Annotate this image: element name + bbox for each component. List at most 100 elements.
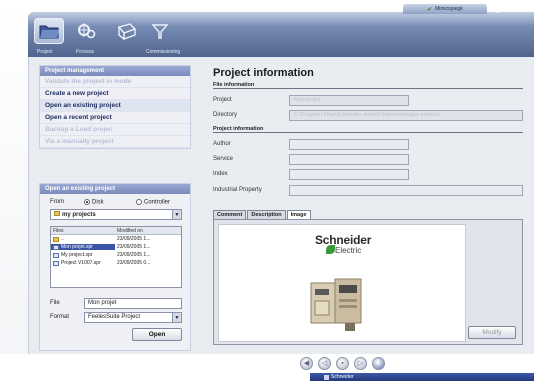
file-name: .. <box>61 236 64 242</box>
list-item[interactable]: My project.spr 23/09/2005 1... <box>51 251 181 259</box>
project-field: Mon projet <box>289 95 409 106</box>
minimize-icon[interactable]: _ <box>496 6 500 13</box>
tab-description[interactable]: Description <box>247 210 286 219</box>
folder-icon <box>39 25 59 39</box>
schneider-logo-text: Schneider <box>315 233 372 247</box>
main-panel: Project management Validate the project … <box>28 57 534 354</box>
open-existing-header: Open an existing project <box>40 184 190 194</box>
taskbar: Schneider <box>310 373 534 381</box>
index-label: Index <box>213 171 228 177</box>
file-date: 23/09/2005 1... <box>117 252 151 258</box>
project-information-panel: Project information File information Pro… <box>201 65 527 351</box>
file-date: 23/09/2005 1... <box>117 244 151 250</box>
project-toolbar-button[interactable] <box>34 18 64 44</box>
from-label: From <box>50 199 64 205</box>
previous-icon[interactable]: ◁ <box>318 356 331 370</box>
chevron-down-icon[interactable]: ▼ <box>172 210 181 219</box>
modify-button[interactable]: Modify <box>468 326 516 339</box>
directory-label: Directory <box>213 112 238 118</box>
schneider-logo-subtext: Electric <box>335 246 362 255</box>
pm-item-create-new[interactable]: Create a new project <box>40 88 190 100</box>
connect-toolbar-button[interactable] <box>112 18 142 44</box>
info-tabs: Comment Description Image <box>213 210 312 219</box>
process-toolbar-button[interactable] <box>72 18 102 44</box>
controller-radio[interactable]: Controller <box>136 199 170 206</box>
industrial-property-field[interactable] <box>289 185 523 196</box>
modified-column-header[interactable]: Modified on <box>115 227 175 234</box>
navigation-controls: ◀ ◁ ▪ ▷ i <box>300 354 420 372</box>
file-name: Project V1007.spr <box>61 260 101 266</box>
disk-radio[interactable]: Disk <box>84 199 104 206</box>
image-tab-body: Schneider Electric Modify <box>213 219 523 345</box>
tab-image[interactable]: Image <box>286 210 311 219</box>
file-name-cell: Project V1007.spr <box>51 260 115 266</box>
project-image: Schneider Electric <box>218 224 466 342</box>
list-item[interactable]: Mon projet.spr 23/09/2005 1... <box>51 243 181 251</box>
open-button[interactable]: Open <box>132 328 182 341</box>
commissioning-toolbar-button[interactable] <box>146 18 176 44</box>
list-item[interactable]: Project V1007.spr 23/09/2005 0... <box>51 259 181 267</box>
folder-select[interactable]: my projects ▼ <box>50 209 182 220</box>
toolbar-sheen <box>28 12 534 26</box>
file-date: 23/09/2005 0... <box>117 260 151 266</box>
files-column-header[interactable]: Files <box>51 227 115 234</box>
gears-icon <box>78 23 96 39</box>
top-tab[interactable]: ✔ Mimicspiegé <box>403 4 487 14</box>
file-label: File <box>50 300 60 306</box>
format-select[interactable]: FeelesSuite Project ▼ <box>84 312 182 323</box>
file-list[interactable]: Files Modified on .. 23/09/2005 1... Mon… <box>50 226 182 288</box>
document-icon <box>53 260 59 266</box>
list-item[interactable]: .. 23/09/2005 1... <box>51 235 181 243</box>
top-tab-label: Mimicspiegé <box>435 6 463 12</box>
file-date: 23/09/2005 1... <box>117 236 151 242</box>
directory-field: C:\Program Files\Schneider electric\Tele… <box>289 110 523 121</box>
left-panel: Project management Validate the project … <box>39 65 191 351</box>
folder-icon <box>54 211 60 216</box>
close-icon[interactable]: × <box>506 6 510 13</box>
file-name-input[interactable]: Mon projet <box>84 298 182 309</box>
home-icon[interactable]: ▪ <box>336 356 349 370</box>
open-existing-project-box: Open an existing project From Disk Contr… <box>39 183 191 351</box>
disk-radio-label: Disk <box>92 199 104 206</box>
project-information-header: Project information <box>213 126 523 133</box>
project-management-box: Project management Validate the project … <box>39 65 191 149</box>
page-title: Project information <box>213 67 314 79</box>
pm-item-backup: Backup a Load projec <box>40 124 190 136</box>
file-name-cell: .. <box>51 236 115 242</box>
author-label: Author <box>213 141 231 147</box>
pm-item-open-existing[interactable]: Open an existing project <box>40 100 190 112</box>
service-label: Service <box>213 156 234 162</box>
window-controls: _ × <box>496 4 526 14</box>
index-field[interactable] <box>289 169 409 180</box>
pm-item-open-recent[interactable]: Open a recent project <box>40 112 190 124</box>
pm-item-validate: Validate the project in mode <box>40 76 190 88</box>
info-icon[interactable]: i <box>372 356 385 370</box>
controller-hardware-image <box>310 278 362 331</box>
tab-check-icon: ✔ <box>427 6 433 13</box>
file-name-cell: Mon projet.spr <box>51 244 115 250</box>
main-toolbar: Project Process Commissioning ? <box>28 12 534 57</box>
chevron-down-icon[interactable]: ▼ <box>172 313 181 322</box>
document-icon <box>53 244 59 250</box>
controller-radio-indicator <box>136 199 142 205</box>
commissioning-toolbar-label: Commissioning <box>146 49 181 55</box>
project-label: Project <box>213 97 232 103</box>
pm-item-manual: Via a manually project <box>40 136 190 148</box>
file-name-cell: My project.spr <box>51 252 115 258</box>
document-icon <box>53 252 59 258</box>
back-icon[interactable]: ◀ <box>300 356 313 370</box>
project-management-header: Project management <box>40 66 190 76</box>
author-field[interactable] <box>289 139 409 150</box>
wrench-icon <box>151 24 169 39</box>
service-field[interactable] <box>289 154 409 165</box>
folder-icon <box>53 236 59 242</box>
format-select-value: FeelesSuite Project <box>88 314 141 320</box>
next-icon[interactable]: ▷ <box>354 356 367 370</box>
file-name: Mon projet.spr <box>61 244 93 250</box>
taskbar-item[interactable]: Schneider <box>324 373 354 381</box>
app-window: Project Process Commissioning ? ✔ Mimics… <box>0 0 534 381</box>
folder-select-value: my projects <box>62 212 96 218</box>
bottom-bar: ◀ ◁ ▪ ▷ i Schneider <box>0 354 534 381</box>
file-list-header: Files Modified on <box>51 227 181 235</box>
tab-comment[interactable]: Comment <box>213 210 247 219</box>
